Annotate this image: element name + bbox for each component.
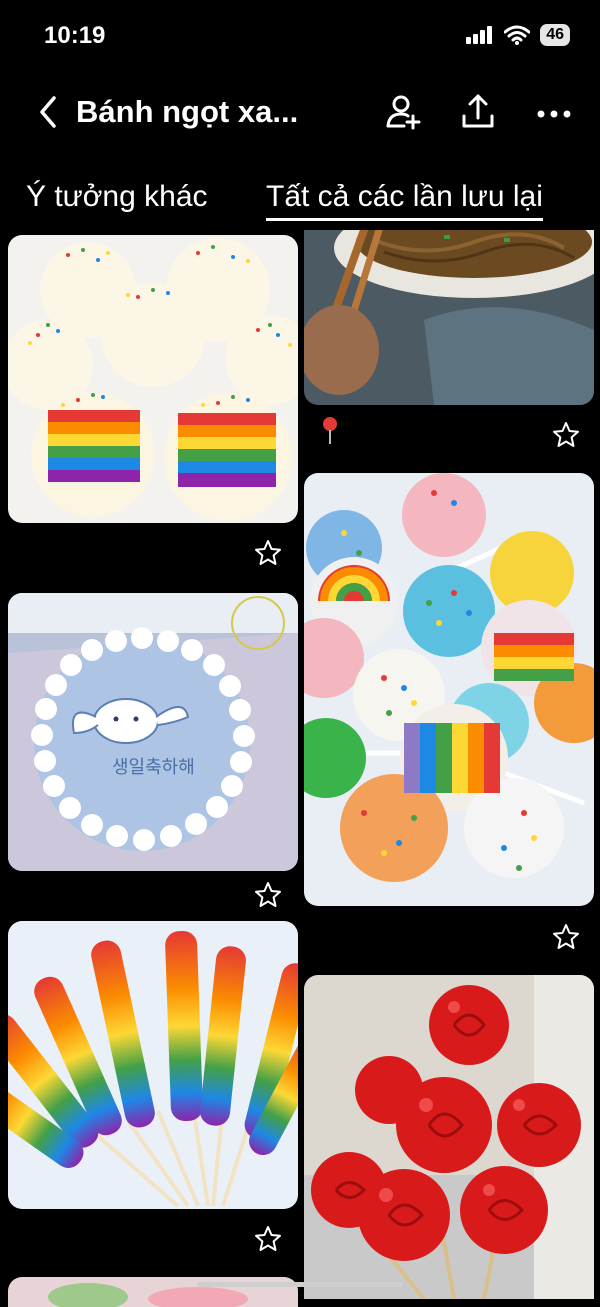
board-header: Bánh ngọt xa... [0, 80, 600, 150]
rainbow-cake-balls-image [8, 235, 298, 523]
status-time: 10:19 [44, 22, 106, 49]
rock-candy-image [8, 921, 298, 1209]
pin-rainbow-cake-balls[interactable] [8, 235, 298, 523]
status-icons: 46 [466, 24, 570, 46]
pin-rock-candy[interactable] [8, 921, 298, 1209]
home-indicator [197, 1282, 403, 1287]
back-chevron-icon[interactable] [34, 92, 64, 132]
board-title: Bánh ngọt xa... [76, 94, 299, 129]
wifi-icon [504, 25, 531, 45]
share-icon[interactable] [458, 92, 498, 132]
signal-icon [466, 26, 493, 44]
rainbow-cake-pops-image [304, 473, 594, 906]
more-options-icon[interactable] [534, 92, 574, 132]
map-pin-icon [323, 417, 337, 444]
cinnamoroll-cake-image [8, 593, 298, 871]
rose-lollipops-image [304, 975, 594, 1299]
noodles-image [304, 230, 594, 405]
star-outline-icon[interactable] [254, 1225, 282, 1253]
cake-message: 생일축하해 [112, 757, 195, 778]
pin-noodles[interactable] [304, 230, 594, 405]
battery-level: 46 [540, 24, 570, 46]
star-outline-icon[interactable] [552, 421, 580, 449]
add-collaborator-icon[interactable] [384, 92, 424, 132]
status-bar: 10:19 46 [0, 0, 600, 70]
pin-rose-lollipops[interactable] [304, 975, 594, 1299]
star-outline-icon[interactable] [552, 923, 580, 951]
pin-cinnamoroll-cake[interactable]: 생일축하해 [8, 593, 298, 871]
tab-all-saves[interactable]: Tất cả các lần lưu lại [266, 180, 543, 221]
tab-more-ideas[interactable]: Ý tưởng khác [26, 180, 208, 214]
star-outline-icon[interactable] [254, 539, 282, 567]
pin-rainbow-cake-pops[interactable] [304, 473, 594, 906]
star-outline-icon[interactable] [254, 881, 282, 909]
board-tabs: Ý tưởng khác Tất cả các lần lưu lại [0, 172, 600, 232]
